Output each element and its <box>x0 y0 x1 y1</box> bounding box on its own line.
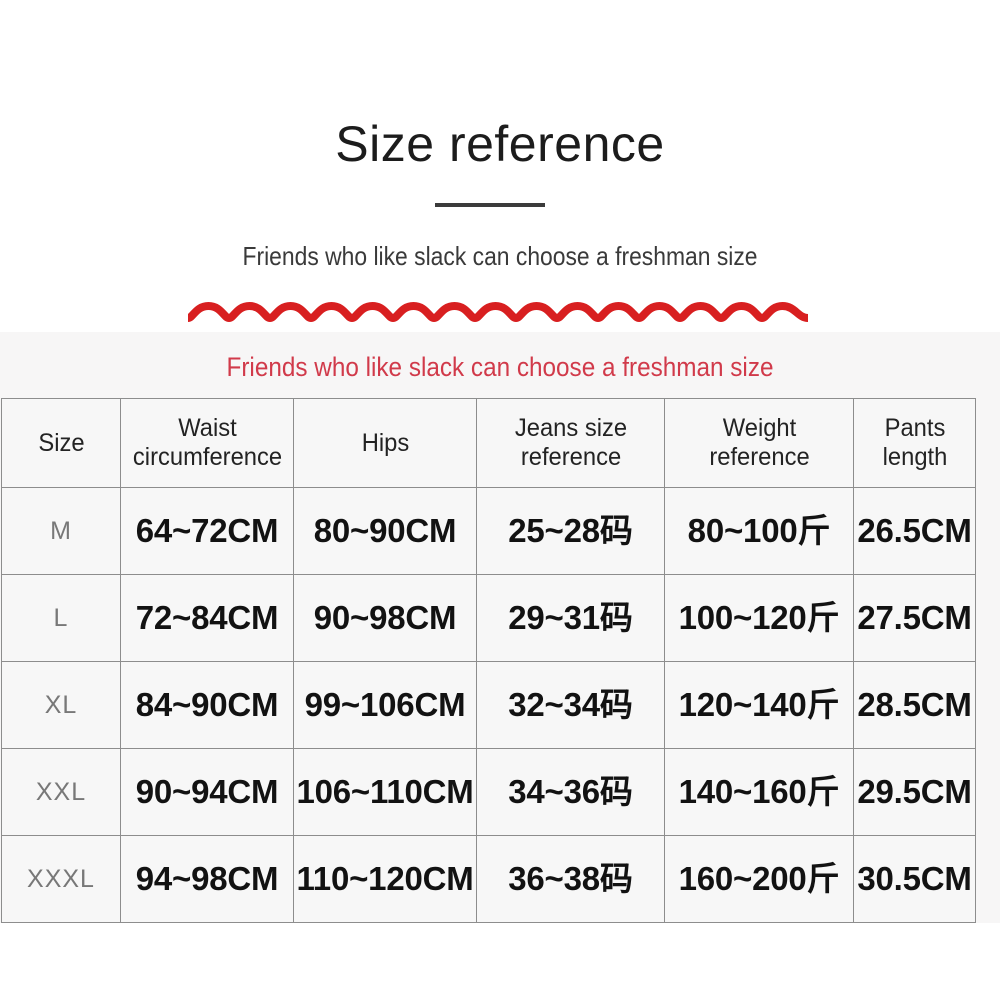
cell-jeans: 34~36码 <box>476 748 665 836</box>
cell-weight: 100~120斤 <box>664 574 854 662</box>
cell-weight: 80~100斤 <box>664 487 854 575</box>
table-header-row: Size Waist circumference Hips Jeans size… <box>2 398 976 488</box>
content-band: Friends who like slack can choose a fres… <box>0 332 1000 923</box>
cell-jeans: 29~31码 <box>476 574 665 662</box>
column-header-jeans: Jeans size reference <box>480 398 661 488</box>
red-caption-text: Friends who like slack can choose a fres… <box>226 352 774 382</box>
table-row: XXL 90~94CM 106~110CM 34~36码 140~160斤 29… <box>1 748 976 836</box>
cell-jeans: 25~28码 <box>476 487 665 575</box>
red-wave-divider-icon <box>188 302 808 322</box>
cell-weight: 120~140斤 <box>664 661 854 749</box>
cell-waist: 90~94CM <box>120 748 294 836</box>
page-title: Size reference <box>335 116 665 172</box>
cell-size: XXL <box>1 748 121 836</box>
cell-pants: 26.5CM <box>853 487 976 575</box>
table-row: XXXL 94~98CM 110~120CM 36~38码 160~200斤 3… <box>1 835 976 923</box>
cell-waist: 84~90CM <box>120 661 294 749</box>
title-underline-rule <box>435 203 545 207</box>
cell-pants: 28.5CM <box>853 661 976 749</box>
cell-waist: 64~72CM <box>120 487 294 575</box>
column-header-hips: Hips <box>297 398 473 488</box>
cell-hips: 90~98CM <box>293 574 477 662</box>
cell-hips: 110~120CM <box>293 835 477 923</box>
cell-hips: 80~90CM <box>293 487 477 575</box>
size-reference-table: Size Waist circumference Hips Jeans size… <box>1 398 976 923</box>
cell-weight: 140~160斤 <box>664 748 854 836</box>
cell-jeans: 36~38码 <box>476 835 665 923</box>
cell-size: XL <box>1 661 121 749</box>
header-block: Size reference Friends who like slack ca… <box>0 0 1000 332</box>
column-header-weight: Weight reference <box>668 398 850 488</box>
cell-hips: 106~110CM <box>293 748 477 836</box>
table-row: L 72~84CM 90~98CM 29~31码 100~120斤 27.5CM <box>1 574 976 662</box>
cell-pants: 27.5CM <box>853 574 976 662</box>
cell-pants: 30.5CM <box>853 835 976 923</box>
cell-size: XXXL <box>1 835 121 923</box>
subtitle-text: Friends who like slack can choose a fres… <box>242 241 758 271</box>
cell-jeans: 32~34码 <box>476 661 665 749</box>
cell-size: M <box>1 487 121 575</box>
cell-hips: 99~106CM <box>293 661 477 749</box>
cell-pants: 29.5CM <box>853 748 976 836</box>
table-row: M 64~72CM 80~90CM 25~28码 80~100斤 26.5CM <box>1 487 976 575</box>
column-header-size: Size <box>4 398 118 488</box>
column-header-pants: Pants length <box>856 398 973 488</box>
table-row: XL 84~90CM 99~106CM 32~34码 120~140斤 28.5… <box>1 661 976 749</box>
cell-weight: 160~200斤 <box>664 835 854 923</box>
cell-size: L <box>1 574 121 662</box>
column-header-waist: Waist circumference <box>124 398 290 488</box>
cell-waist: 72~84CM <box>120 574 294 662</box>
cell-waist: 94~98CM <box>120 835 294 923</box>
